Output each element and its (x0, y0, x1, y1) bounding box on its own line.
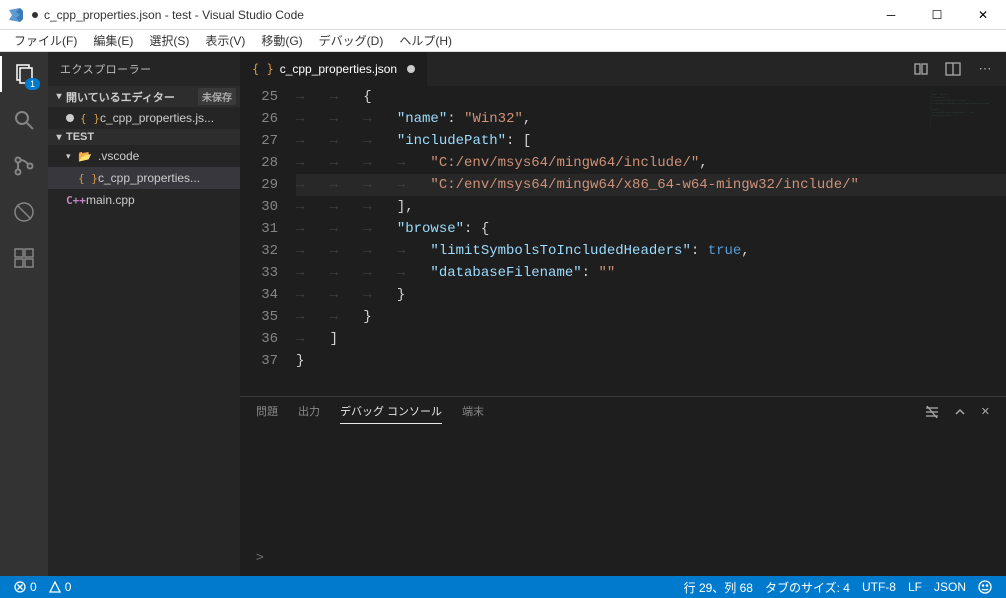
json-icon: { } (252, 62, 274, 76)
status-bar: 0 0 行 29、列 68 タブのサイズ: 4 UTF-8 LF JSON (0, 576, 1006, 598)
chevron-down-icon: ▾ (66, 151, 78, 162)
extensions-icon[interactable] (10, 244, 38, 272)
file-name: c_cpp_properties... (98, 171, 200, 185)
status-encoding[interactable]: UTF-8 (856, 579, 902, 596)
editor-area: { } c_cpp_properties.json ⋯ 252627282930… (240, 52, 1006, 576)
folder-name: .vscode (98, 149, 139, 163)
warning-count: 0 (65, 580, 72, 594)
open-editors-header[interactable]: ▾ 開いているエディター 未保存 (48, 86, 240, 107)
menu-bar: ファイル(F) 編集(E) 選択(S) 表示(V) 移動(G) デバッグ(D) … (0, 30, 1006, 52)
json-icon: { } (78, 172, 92, 185)
menu-edit[interactable]: 編集(E) (85, 30, 141, 51)
panel-tab-problems[interactable]: 問題 (256, 403, 278, 423)
sidebar-title: エクスプローラー (48, 52, 240, 86)
debug-console-input[interactable]: > (240, 550, 1006, 576)
chevron-down-icon: ▾ (52, 91, 66, 102)
compare-changes-icon[interactable] (912, 60, 930, 78)
status-cursor-position[interactable]: 行 29、列 68 (678, 579, 759, 596)
dirty-dot-icon (66, 114, 74, 122)
bottom-panel: 問題 出力 デバッグ コンソール 端末 ✕ > (240, 396, 1006, 576)
folder-icon: 📂 (78, 150, 92, 163)
activity-bar: 1 (0, 52, 48, 576)
panel-body (240, 429, 1006, 550)
status-errors[interactable]: 0 (8, 580, 43, 594)
sidebar: エクスプローラー ▾ 開いているエディター 未保存 { } c_cpp_prop… (48, 52, 240, 576)
code-content[interactable]: → → {→ → → "name": "Win32",→ → → "includ… (296, 86, 1006, 396)
file-name: main.cpp (86, 193, 135, 207)
minimize-button[interactable]: ─ (868, 0, 914, 30)
chevron-down-icon: ▾ (52, 132, 66, 143)
menu-debug[interactable]: デバッグ(D) (311, 30, 392, 51)
status-feedback-icon[interactable] (972, 579, 998, 596)
panel-close-icon[interactable]: ✕ (981, 405, 990, 422)
panel-tabs: 問題 出力 デバッグ コンソール 端末 ✕ (240, 397, 1006, 429)
split-editor-icon[interactable] (944, 60, 962, 78)
code-editor[interactable]: 25262728293031323334353637 → → {→ → → "n… (240, 86, 1006, 396)
more-actions-icon[interactable]: ⋯ (976, 60, 994, 78)
open-editors-label: 開いているエディター (66, 89, 175, 105)
cpp-icon: C++ (66, 194, 80, 207)
panel-tab-terminal[interactable]: 端末 (462, 403, 484, 423)
title-bar: c_cpp_properties.json - test - Visual St… (0, 0, 1006, 30)
menu-select[interactable]: 選択(S) (141, 30, 197, 51)
menu-file[interactable]: ファイル(F) (6, 30, 85, 51)
clear-console-icon[interactable] (925, 405, 939, 422)
open-editor-item[interactable]: { } c_cpp_properties.js... (48, 107, 240, 129)
project-header[interactable]: ▾ TEST (48, 129, 240, 145)
menu-view[interactable]: 表示(V) (197, 30, 253, 51)
status-language[interactable]: JSON (928, 579, 972, 596)
status-indentation[interactable]: タブのサイズ: 4 (759, 579, 856, 596)
open-editor-filename: c_cpp_properties.js... (100, 111, 214, 125)
maximize-button[interactable]: ☐ (914, 0, 960, 30)
panel-tab-debug-console[interactable]: デバッグ コンソール (340, 403, 442, 424)
file-main-cpp[interactable]: C++ main.cpp (48, 189, 240, 211)
json-icon: { } (80, 112, 94, 125)
error-count: 0 (30, 580, 37, 594)
line-gutter: 25262728293031323334353637 (240, 86, 296, 396)
search-icon[interactable] (10, 106, 38, 134)
explorer-icon[interactable]: 1 (10, 60, 38, 88)
dirty-dot-icon (407, 65, 415, 73)
tab-ccpp-properties[interactable]: { } c_cpp_properties.json (240, 52, 427, 86)
folder-vscode[interactable]: ▾ 📂 .vscode (48, 145, 240, 167)
explorer-badge: 1 (25, 78, 40, 90)
editor-tabs: { } c_cpp_properties.json ⋯ (240, 52, 1006, 86)
app-icon (8, 7, 24, 23)
menu-go[interactable]: 移動(G) (253, 30, 310, 51)
panel-maximize-icon[interactable] (953, 405, 967, 422)
status-warnings[interactable]: 0 (43, 580, 78, 594)
panel-tab-output[interactable]: 出力 (298, 403, 320, 423)
file-ccpp-properties[interactable]: { } c_cpp_properties... (48, 167, 240, 189)
tab-label: c_cpp_properties.json (280, 62, 397, 76)
unsaved-dot (32, 12, 38, 18)
window-title: c_cpp_properties.json - test - Visual St… (44, 8, 868, 22)
unsaved-badge: 未保存 (198, 88, 236, 105)
project-label: TEST (66, 131, 94, 143)
close-button[interactable]: ✕ (960, 0, 1006, 30)
status-eol[interactable]: LF (902, 579, 928, 596)
debug-icon[interactable] (10, 198, 38, 226)
scm-icon[interactable] (10, 152, 38, 180)
menu-help[interactable]: ヘルプ(H) (391, 30, 460, 51)
